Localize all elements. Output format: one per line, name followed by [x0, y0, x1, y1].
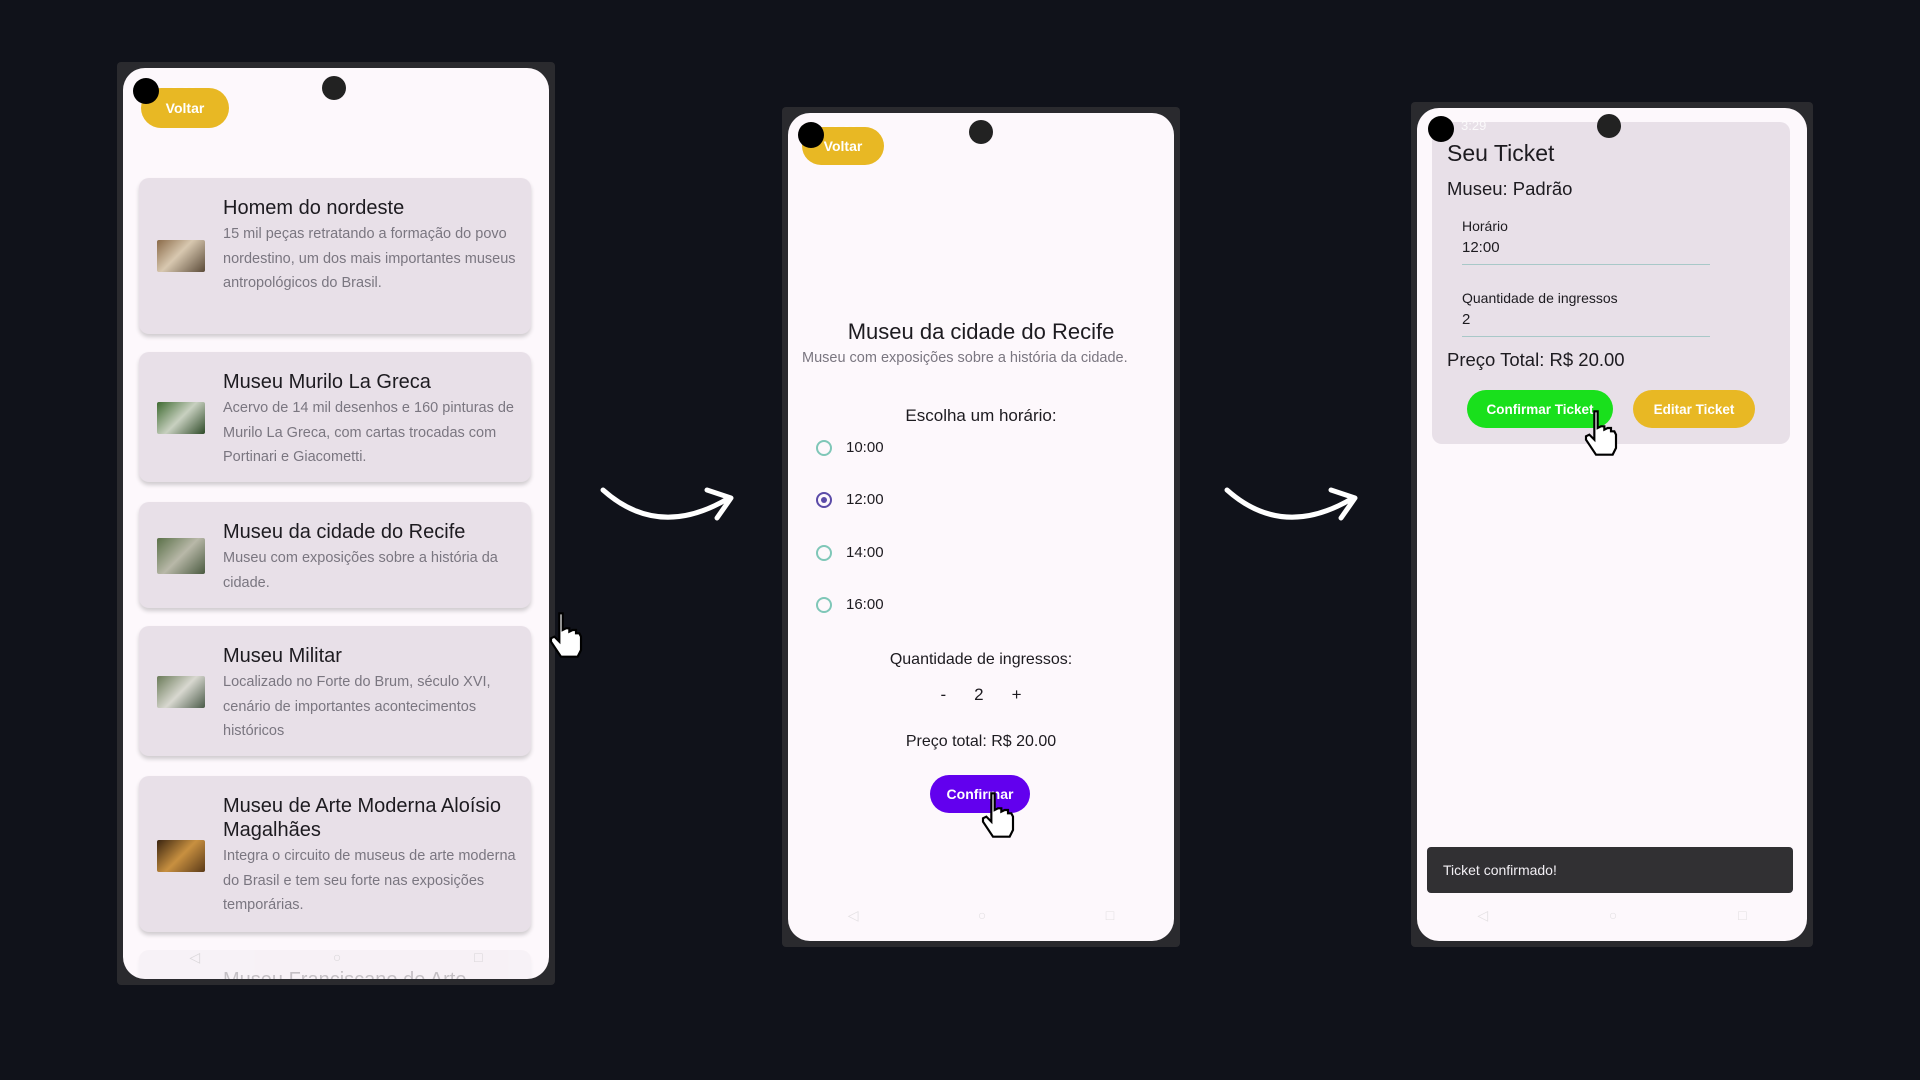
museum-description: Localizado no Forte do Brum, século XVI,…: [223, 674, 491, 739]
museum-title: Museu Militar: [223, 645, 342, 667]
flow-arrow-icon: [600, 487, 734, 521]
radio-button[interactable]: [816, 544, 832, 561]
museum-thumbnail: [157, 240, 205, 272]
nav-back-icon[interactable]: ◁: [848, 907, 859, 924]
museum-list-screen: 3:29 Voltar Homem do nordeste 15 mil peç…: [123, 68, 549, 979]
time-field-label: Horário: [1462, 218, 1508, 234]
phone-museum-list: 3:29 Voltar Homem do nordeste 15 mil peç…: [117, 62, 583, 985]
nav-home-icon[interactable]: ○: [978, 907, 986, 923]
museum-thumbnail: [157, 676, 205, 708]
ticket-total-price: Preço Total: R$ 20.00: [1447, 349, 1625, 370]
ticket-title: Seu Ticket: [1447, 140, 1555, 166]
museum-description: 15 mil peças retratando a formação do po…: [223, 226, 516, 291]
museum-card[interactable]: Homem do nordeste 15 mil peças retratand…: [139, 178, 531, 334]
museum-title: Museu de Arte Moderna Aloísio Magalhães: [223, 795, 501, 841]
hand-pointer-icon: [1584, 410, 1618, 456]
system-nav-bar: ◁ ○ □: [123, 935, 549, 979]
radio-button-selected[interactable]: [816, 491, 832, 508]
camera-dot-icon: [1428, 116, 1454, 142]
flow-arrow-icon: [1224, 487, 1358, 521]
phone-ticket: Seu Ticket Museu: Padrão Horário 12:00 Q…: [1411, 102, 1813, 947]
decrease-button[interactable]: -: [940, 685, 946, 705]
system-nav-bar: ◁ ○ □: [788, 893, 1174, 937]
front-camera-icon: [322, 76, 346, 100]
qty-field-label: Quantidade de ingressos: [1462, 290, 1618, 306]
nav-home-icon[interactable]: ○: [333, 949, 341, 965]
nav-home-icon[interactable]: ○: [1609, 907, 1617, 923]
ticket-card: Seu Ticket Museu: Padrão Horário 12:00 Q…: [1432, 122, 1790, 444]
phone-museum-detail: 3:29 Voltar Museu da cidade do Recife Mu…: [782, 107, 1180, 947]
time-field-value[interactable]: 12:00: [1462, 239, 1500, 256]
museum-card[interactable]: Museu de Arte Moderna Aloísio Magalhães …: [139, 776, 531, 932]
time-label: 10:00: [846, 439, 884, 456]
schedule-label: Escolha um horário:: [905, 406, 1057, 425]
snackbar: Ticket confirmado!: [1427, 847, 1793, 893]
museum-description: Integra o circuito de museus de arte mod…: [223, 848, 516, 913]
nav-recent-icon[interactable]: □: [1106, 907, 1114, 923]
time-option-14[interactable]: 14:00: [816, 544, 884, 561]
museum-title: Museu Murilo La Greca: [223, 371, 431, 393]
quantity-label: Quantidade de ingressos:: [889, 651, 1073, 668]
museum-description: Museu com exposições sobre a história da…: [223, 550, 498, 591]
increase-button[interactable]: +: [1012, 685, 1022, 705]
camera-dot-icon: [133, 78, 159, 104]
time-label: 12:00: [846, 491, 884, 508]
museum-description: Acervo de 14 mil desenhos e 160 pinturas…: [223, 400, 514, 465]
time-option-10[interactable]: 10:00: [816, 439, 884, 456]
museum-thumbnail: [157, 840, 205, 872]
hand-pointer-icon: [981, 792, 1015, 838]
nav-back-icon[interactable]: ◁: [189, 949, 200, 966]
status-time: 3:29: [1461, 118, 1487, 133]
front-camera-icon: [1597, 114, 1621, 138]
system-nav-bar: ◁ ○ □: [1417, 893, 1807, 937]
nav-back-icon[interactable]: ◁: [1477, 907, 1488, 924]
ticket-museum: Museu: Padrão: [1447, 178, 1573, 199]
museum-title: Museu da cidade do Recife: [223, 521, 466, 543]
museum-thumbnail: [157, 538, 205, 574]
museum-description: Museu com exposições sobre a história da…: [802, 350, 1128, 366]
museum-card[interactable]: Museu Murilo La Greca Acervo de 14 mil d…: [139, 352, 531, 482]
museum-card[interactable]: Museu da cidade do Recife Museu com expo…: [139, 502, 531, 608]
quantity-stepper: - 2 +: [788, 685, 1174, 705]
nav-recent-icon[interactable]: □: [474, 949, 482, 965]
camera-dot-icon: [798, 122, 824, 148]
time-label: 16:00: [846, 596, 884, 613]
nav-recent-icon[interactable]: □: [1738, 907, 1746, 923]
time-field-underline: [1462, 264, 1710, 265]
edit-ticket-button[interactable]: Editar Ticket: [1633, 390, 1755, 428]
museum-thumbnail: [157, 402, 205, 434]
time-label: 14:00: [846, 544, 884, 561]
museum-title: Museu da cidade do Recife: [847, 319, 1115, 344]
time-option-16[interactable]: 16:00: [816, 596, 884, 613]
qty-field-underline: [1462, 336, 1710, 337]
time-option-12[interactable]: 12:00: [816, 491, 884, 508]
front-camera-icon: [969, 120, 993, 144]
qty-field-value[interactable]: 2: [1462, 311, 1470, 328]
total-price: Preço total: R$ 20.00: [905, 733, 1057, 750]
museum-title: Homem do nordeste: [223, 197, 405, 219]
radio-button[interactable]: [816, 596, 832, 613]
quantity-value: 2: [974, 685, 984, 704]
radio-button[interactable]: [816, 439, 832, 456]
hand-pointer-icon: [549, 612, 583, 658]
ticket-screen: Seu Ticket Museu: Padrão Horário 12:00 Q…: [1417, 108, 1807, 941]
museum-card[interactable]: Museu Militar Localizado no Forte do Bru…: [139, 626, 531, 756]
